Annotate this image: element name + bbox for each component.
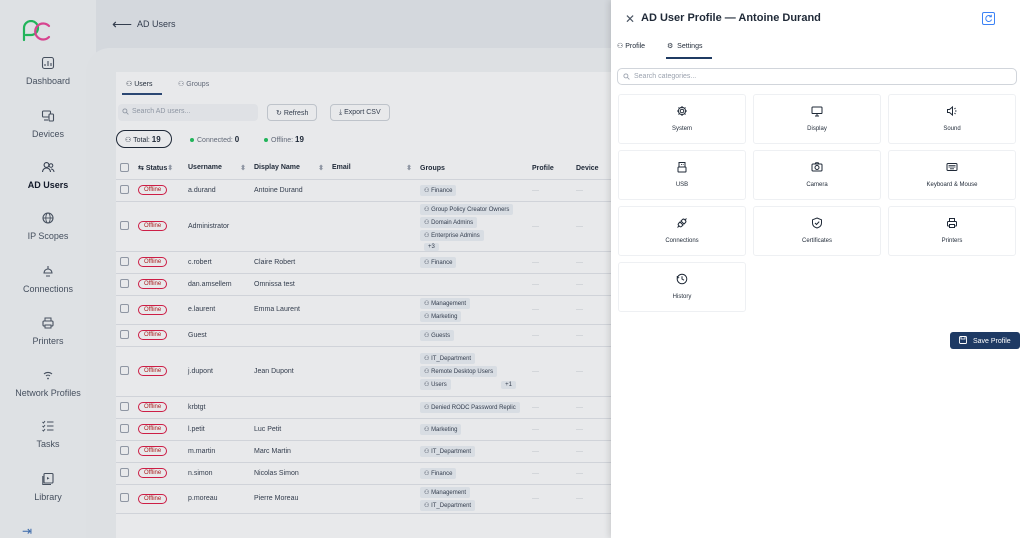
- category-display[interactable]: Display: [753, 94, 881, 144]
- category-certificates[interactable]: Certificates: [753, 206, 881, 256]
- category-printers[interactable]: Printers: [888, 206, 1016, 256]
- printer-icon: [947, 218, 957, 228]
- refresh-icon[interactable]: [982, 12, 995, 25]
- tab-settings[interactable]: ⚙ Settings: [667, 42, 702, 50]
- tab-profile-label: Profile: [625, 43, 646, 50]
- category-connections[interactable]: Connections: [618, 206, 746, 256]
- keyboard-icon: [946, 163, 958, 171]
- history-icon: [676, 273, 688, 285]
- category-label: USB: [675, 182, 689, 188]
- monitor-icon: [811, 106, 823, 117]
- category-label: Camera: [806, 182, 828, 188]
- category-keyboard-mouse[interactable]: Keyboard & Mouse: [888, 150, 1016, 200]
- category-usb[interactable]: USB: [618, 150, 746, 200]
- search-icon: [623, 73, 630, 80]
- save-profile-button[interactable]: Save Profile: [950, 332, 1020, 349]
- close-icon[interactable]: ✕: [625, 12, 635, 26]
- category-label: Connections: [665, 238, 699, 244]
- category-history[interactable]: History: [618, 262, 746, 312]
- save-icon: [959, 336, 967, 344]
- gear-icon: ⚙: [667, 43, 674, 50]
- gear-icon: [677, 106, 687, 116]
- category-system[interactable]: System: [618, 94, 746, 144]
- plug-icon: [677, 218, 687, 228]
- category-label: Certificates: [801, 238, 832, 244]
- category-label: History: [672, 294, 692, 300]
- category-label: Sound: [943, 126, 961, 132]
- drawer-title: AD User Profile — Antoine Durand: [641, 12, 821, 24]
- tab-profile[interactable]: ⚇ Profile: [617, 42, 645, 50]
- tab-settings-label: Settings: [677, 43, 703, 50]
- save-profile-label: Save Profile: [972, 338, 1011, 345]
- category-search-placeholder: Search categories...: [634, 73, 697, 80]
- category-label: Keyboard & Mouse: [926, 182, 978, 188]
- category-label: Printers: [941, 238, 963, 244]
- user-icon: ⚇: [617, 43, 624, 50]
- category-search-input[interactable]: Search categories...: [617, 68, 1017, 85]
- modal-overlay[interactable]: [0, 0, 611, 538]
- speaker-icon: [947, 105, 957, 117]
- category-label: Display: [807, 126, 827, 132]
- camera-icon: [811, 162, 823, 172]
- user-profile-drawer: ✕ AD User Profile — Antoine Durand ⚇ Pro…: [611, 0, 1024, 538]
- usb-icon: [677, 162, 687, 173]
- shield-check-icon: [812, 217, 822, 229]
- category-sound[interactable]: Sound: [888, 94, 1016, 144]
- active-tab-indicator: [666, 57, 712, 59]
- category-camera[interactable]: Camera: [753, 150, 881, 200]
- category-label: System: [671, 126, 692, 132]
